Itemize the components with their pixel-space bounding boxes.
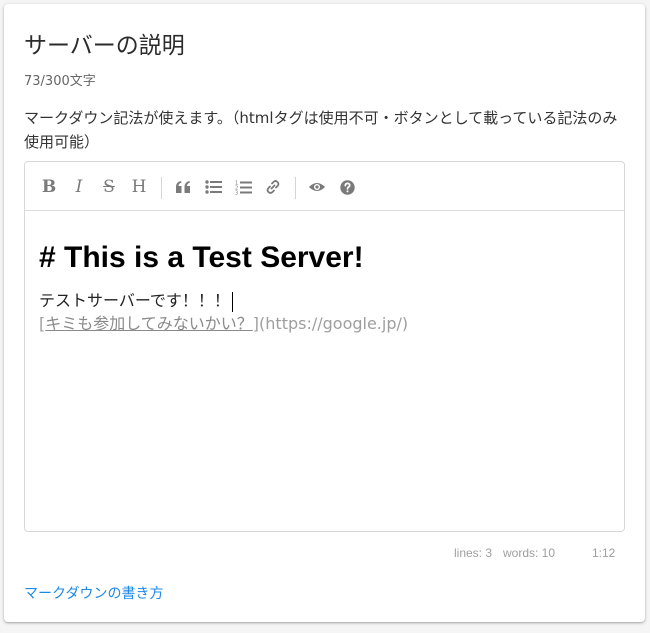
quote-button[interactable] — [171, 175, 195, 199]
italic-button[interactable]: I — [67, 175, 91, 199]
svg-text:3: 3 — [235, 190, 238, 195]
markdown-editor[interactable]: B I S H 1 2 3 # This is a Test Server! テ… — [24, 161, 625, 532]
editor-content[interactable]: # This is a Test Server! テストサーバーです！！！ [キ… — [39, 240, 610, 336]
strikethrough-button[interactable]: S — [97, 175, 121, 199]
link-icon — [266, 180, 280, 194]
ordered-list-icon: 1 2 3 — [235, 180, 252, 195]
status-lines: lines: 3 — [454, 546, 493, 560]
section-title: サーバーの説明 — [24, 33, 185, 59]
markdown-help-text: マークダウン記法が使えます。（htmlタグは使用不可・ボタンとして載っている記法… — [24, 109, 618, 151]
heading-icon: H — [131, 177, 147, 197]
link-url: (https://google.jp/) — [259, 314, 409, 333]
editor-toolbar: B I S H 1 2 3 — [25, 162, 624, 211]
strikethrough-icon: S — [103, 177, 115, 197]
text-line: テストサーバーです！！！ — [39, 290, 610, 312]
unordered-list-icon — [204, 180, 222, 194]
help-icon — [339, 179, 355, 195]
preview-button[interactable] — [305, 175, 329, 199]
text-line-content: テストサーバーです！！！ — [39, 291, 230, 310]
char-counter: 73/300文字 — [24, 74, 96, 89]
bold-button[interactable]: B — [37, 175, 61, 199]
link-markup-line: [キミも参加してみないかい？](https://google.jp/) — [39, 312, 610, 336]
help-button[interactable] — [335, 175, 359, 199]
link-button[interactable] — [261, 175, 285, 199]
ordered-list-button[interactable]: 1 2 3 — [231, 175, 255, 199]
heading-button[interactable]: H — [127, 175, 151, 199]
status-cursor-position: 1:12 — [592, 546, 616, 560]
unordered-list-button[interactable] — [201, 175, 225, 199]
toolbar-separator — [295, 177, 296, 199]
toolbar-separator — [161, 177, 162, 199]
link-text: キミも参加してみないかい？ — [45, 314, 253, 333]
text-cursor — [231, 291, 233, 312]
quote-icon — [176, 181, 190, 193]
bold-icon: B — [41, 177, 57, 197]
markdown-guide-link[interactable]: マークダウンの書き方 — [24, 583, 163, 603]
italic-icon: I — [75, 177, 83, 197]
preview-icon — [309, 183, 325, 191]
status-words: words: 10 — [503, 546, 556, 560]
heading-line: # This is a Test Server! — [39, 241, 364, 274]
server-description-card: サーバーの説明 73/300文字 マークダウン記法が使えます。（htmlタグは使… — [4, 4, 645, 622]
